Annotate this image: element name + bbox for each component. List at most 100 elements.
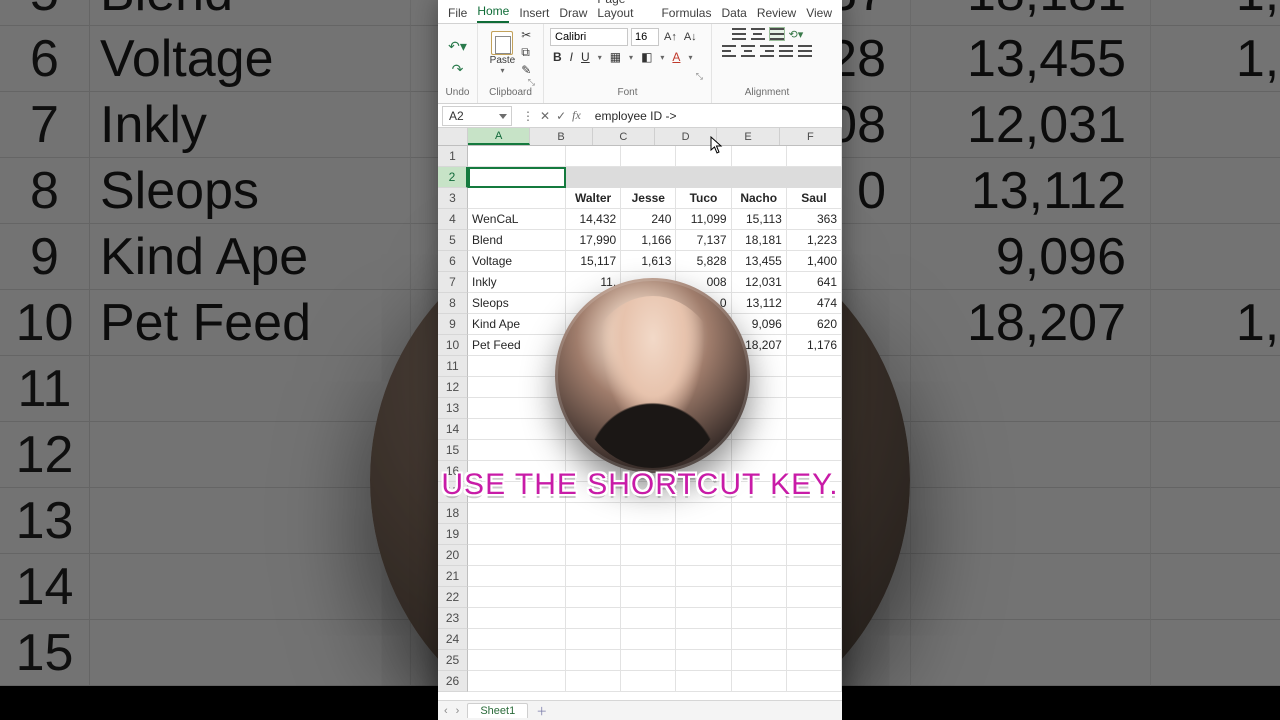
row-header[interactable]: 14 bbox=[438, 419, 468, 440]
cell[interactable] bbox=[566, 503, 621, 524]
cell[interactable] bbox=[621, 146, 676, 167]
cell[interactable]: 15,117 bbox=[566, 251, 621, 272]
sheet-tab[interactable]: Sheet1 bbox=[467, 703, 528, 718]
cell[interactable] bbox=[566, 146, 621, 167]
cell[interactable] bbox=[787, 440, 842, 461]
new-sheet-icon[interactable]: ＋ bbox=[536, 703, 547, 719]
cell[interactable] bbox=[732, 587, 787, 608]
cell[interactable]: 15,113 bbox=[732, 209, 787, 230]
cell[interactable] bbox=[468, 671, 566, 692]
cut-icon[interactable]: ✂ bbox=[521, 28, 531, 42]
underline-button[interactable]: U bbox=[578, 50, 593, 64]
font-launcher-icon[interactable]: ⤡ bbox=[550, 71, 705, 81]
cell[interactable]: Kind Ape bbox=[468, 314, 566, 335]
cell[interactable] bbox=[621, 524, 676, 545]
cell[interactable] bbox=[468, 146, 566, 167]
col-header-C[interactable]: C bbox=[593, 128, 655, 145]
cell[interactable] bbox=[468, 629, 566, 650]
cell[interactable]: 240 bbox=[621, 209, 676, 230]
bold-button[interactable]: B bbox=[550, 50, 565, 64]
cell[interactable] bbox=[787, 587, 842, 608]
cell[interactable] bbox=[787, 503, 842, 524]
clipboard-launcher-icon[interactable]: ⤡ bbox=[484, 77, 537, 87]
orientation-icon[interactable]: ⟲▾ bbox=[789, 28, 803, 40]
column-header-cell[interactable]: Saul bbox=[787, 188, 842, 209]
cell[interactable] bbox=[621, 671, 676, 692]
cell[interactable]: 11,099 bbox=[676, 209, 731, 230]
fx-icon[interactable]: fx bbox=[572, 108, 581, 123]
font-name-input[interactable] bbox=[550, 28, 628, 46]
cell[interactable] bbox=[566, 545, 621, 566]
paste-button[interactable]: Paste ▾ bbox=[490, 31, 516, 75]
align-left-icon[interactable] bbox=[722, 45, 736, 57]
tab-home[interactable]: Home bbox=[477, 4, 509, 23]
decrease-indent-icon[interactable] bbox=[779, 45, 793, 57]
tab-insert[interactable]: Insert bbox=[519, 6, 549, 23]
row-header[interactable]: 10 bbox=[438, 335, 468, 356]
redo-icon[interactable]: ↷ bbox=[452, 61, 464, 78]
align-center-icon[interactable] bbox=[741, 45, 755, 57]
cell[interactable] bbox=[732, 650, 787, 671]
cell[interactable] bbox=[676, 524, 731, 545]
row-header[interactable]: 23 bbox=[438, 608, 468, 629]
cell[interactable] bbox=[468, 377, 566, 398]
cell[interactable] bbox=[787, 629, 842, 650]
cell[interactable] bbox=[787, 545, 842, 566]
cell[interactable]: 13,112 bbox=[732, 293, 787, 314]
row-header[interactable]: 3 bbox=[438, 188, 468, 209]
column-header-cell[interactable]: Jesse bbox=[621, 188, 676, 209]
cell[interactable]: 641 bbox=[787, 272, 842, 293]
tab-draw[interactable]: Draw bbox=[559, 6, 587, 23]
select-all-corner[interactable] bbox=[438, 128, 468, 145]
row-header[interactable]: 22 bbox=[438, 587, 468, 608]
row-header[interactable]: 7 bbox=[438, 272, 468, 293]
cell[interactable] bbox=[468, 566, 566, 587]
decrease-font-icon[interactable]: A↓ bbox=[682, 31, 699, 43]
cell[interactable]: 1,400 bbox=[787, 251, 842, 272]
borders-icon[interactable]: ▦ bbox=[607, 50, 624, 64]
cell[interactable]: 18,181 bbox=[732, 230, 787, 251]
cell[interactable]: 17,990 bbox=[566, 230, 621, 251]
accept-entry-icon[interactable]: ✓ bbox=[556, 109, 566, 123]
align-bottom-icon[interactable] bbox=[770, 28, 784, 40]
cell[interactable] bbox=[732, 419, 787, 440]
sheet-nav-prev-icon[interactable]: ‹ bbox=[444, 705, 448, 717]
cell[interactable] bbox=[468, 608, 566, 629]
cell[interactable] bbox=[468, 167, 566, 188]
column-header-cell[interactable]: Nacho bbox=[732, 188, 787, 209]
cell[interactable] bbox=[787, 167, 842, 188]
row-header[interactable]: 5 bbox=[438, 230, 468, 251]
cell[interactable]: 620 bbox=[787, 314, 842, 335]
cell[interactable]: Sleops bbox=[468, 293, 566, 314]
cell[interactable]: Voltage bbox=[468, 251, 566, 272]
font-color-icon[interactable]: A bbox=[669, 50, 683, 64]
cell[interactable] bbox=[566, 608, 621, 629]
col-header-B[interactable]: B bbox=[530, 128, 592, 145]
tab-page-layout[interactable]: Page Layout bbox=[597, 0, 651, 23]
cell[interactable]: 474 bbox=[787, 293, 842, 314]
row-header[interactable]: 18 bbox=[438, 503, 468, 524]
cell[interactable] bbox=[676, 167, 731, 188]
cell[interactable]: 13,455 bbox=[732, 251, 787, 272]
col-header-E[interactable]: E bbox=[717, 128, 779, 145]
row-header[interactable]: 9 bbox=[438, 314, 468, 335]
cell[interactable]: 1,223 bbox=[787, 230, 842, 251]
cell[interactable] bbox=[676, 566, 731, 587]
cell[interactable] bbox=[676, 629, 731, 650]
name-box[interactable]: A2 bbox=[442, 106, 512, 126]
cell[interactable] bbox=[787, 146, 842, 167]
cell[interactable] bbox=[676, 545, 731, 566]
cell[interactable] bbox=[468, 650, 566, 671]
cell[interactable] bbox=[732, 524, 787, 545]
cell[interactable]: Inkly bbox=[468, 272, 566, 293]
undo-icon[interactable]: ↶▾ bbox=[448, 38, 467, 55]
cell[interactable] bbox=[676, 503, 731, 524]
copy-icon[interactable]: ⧉ bbox=[521, 45, 531, 60]
cell[interactable] bbox=[566, 566, 621, 587]
cell[interactable] bbox=[468, 440, 566, 461]
cell[interactable] bbox=[732, 608, 787, 629]
cell[interactable] bbox=[468, 524, 566, 545]
cell[interactable] bbox=[676, 608, 731, 629]
sheet-nav-next-icon[interactable]: › bbox=[456, 705, 460, 717]
cell[interactable] bbox=[787, 377, 842, 398]
